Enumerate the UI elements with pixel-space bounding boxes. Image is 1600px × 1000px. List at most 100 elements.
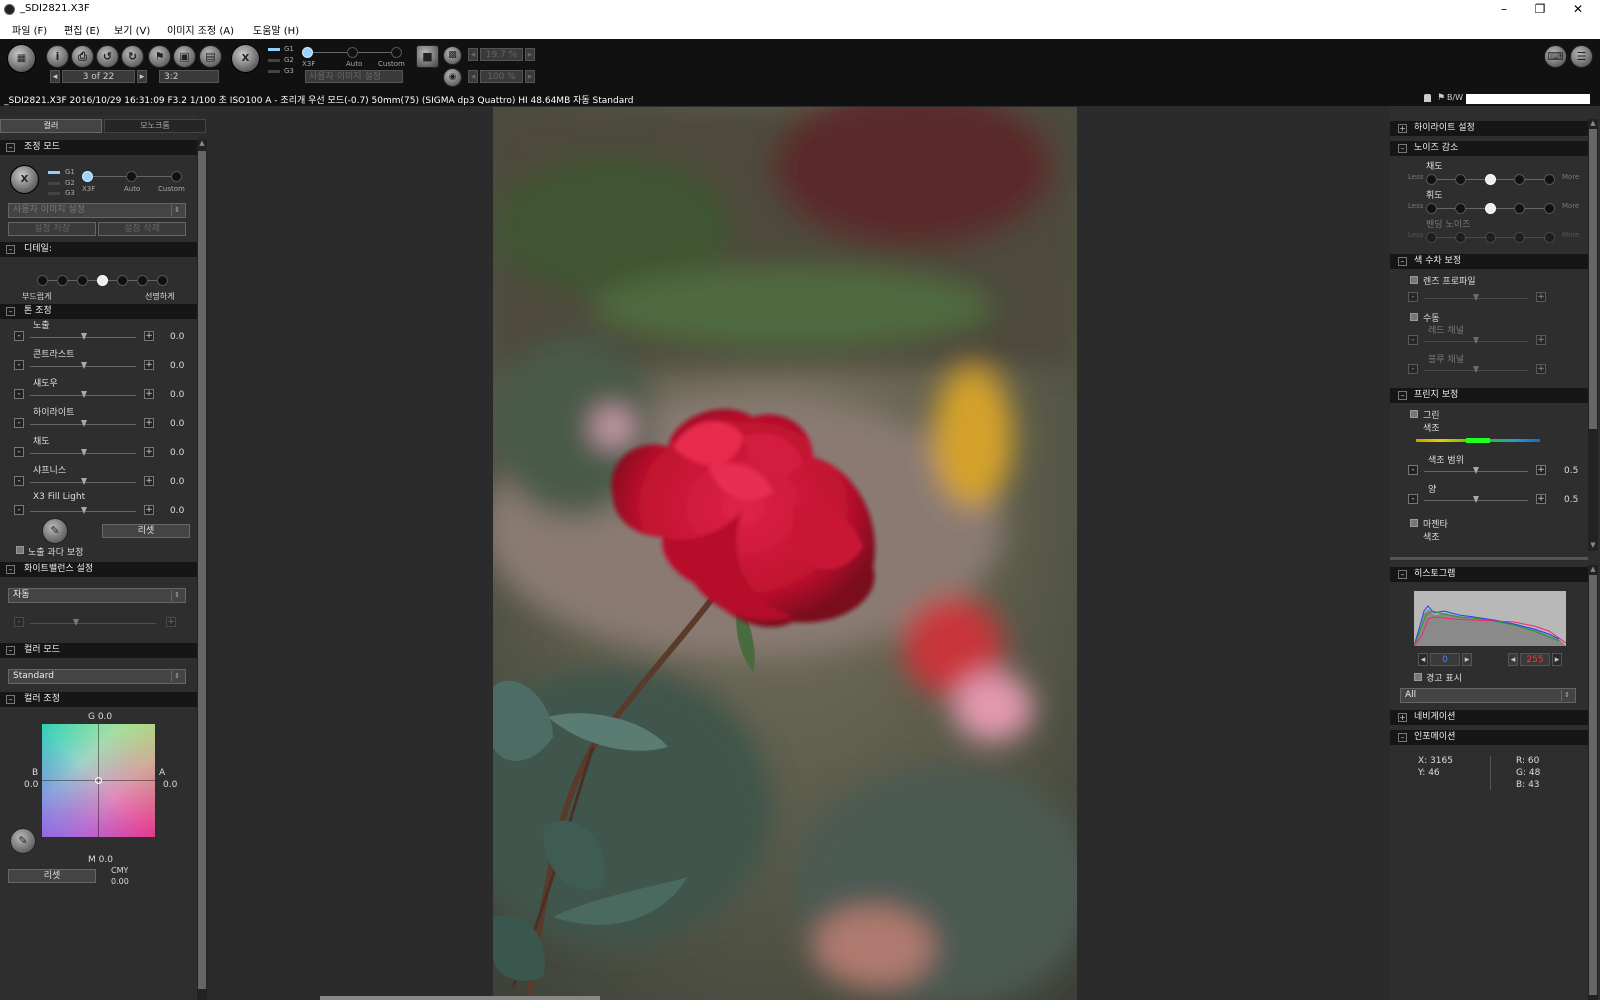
collapse-icon[interactable]: – [6, 646, 15, 655]
lens-plus-button[interactable]: + [1536, 292, 1546, 302]
wb-header[interactable]: – 화이트밸런스 설정 [0, 562, 197, 577]
zoom1-next[interactable]: ▸ [525, 48, 535, 61]
collapse-icon[interactable]: – [1398, 144, 1407, 153]
wb-plus-button[interactable]: + [166, 617, 176, 627]
color-reset-button[interactable]: 리셋 [8, 869, 96, 883]
preset-select[interactable]: 사용자 이미지 설정 [305, 70, 403, 83]
lens-profile-checkbox[interactable] [1410, 276, 1418, 284]
navigation-header[interactable]: + 네비게이션 [1390, 710, 1588, 725]
collapse-icon[interactable]: – [1398, 391, 1407, 400]
noise-chroma-knob-5[interactable] [1544, 174, 1555, 185]
amount-minus-button[interactable]: - [1408, 494, 1418, 504]
highlight-minus-button[interactable]: - [14, 418, 24, 428]
save-setting-button[interactable]: 설정 저장 [8, 222, 96, 236]
scroll-up-icon[interactable]: ▲ [198, 139, 206, 147]
delete-setting-button[interactable]: 설정 삭제 [98, 222, 186, 236]
keyboard-icon[interactable]: ⌨ [1544, 45, 1567, 68]
left-scroll-thumb[interactable] [198, 151, 206, 989]
sharpness-minus-button[interactable]: - [14, 476, 24, 486]
hist-low-prev[interactable]: ◂ [1418, 653, 1428, 666]
amount-thumb[interactable] [1473, 496, 1479, 503]
noise-banding-knob-2[interactable] [1455, 232, 1466, 243]
magenta-checkbox[interactable] [1410, 519, 1418, 527]
shadow-thumb[interactable] [81, 391, 87, 398]
scroll-up-icon[interactable]: ▲ [1589, 119, 1597, 127]
flag-icon[interactable]: ⚑ [148, 45, 171, 68]
mode-knob-custom[interactable] [171, 171, 182, 182]
red-plus-button[interactable]: + [1536, 335, 1546, 345]
zoom1-prev[interactable]: ◂ [468, 48, 478, 61]
noise-chroma-knob-1[interactable] [1426, 174, 1437, 185]
noise-lum-knob-5[interactable] [1544, 203, 1555, 214]
hist-low-value[interactable]: 0 [1430, 653, 1460, 666]
left-scrollbar[interactable]: ▲ [197, 139, 207, 1000]
red-minus-button[interactable]: - [1408, 335, 1418, 345]
blue-thumb[interactable] [1473, 366, 1479, 373]
contrast-thumb[interactable] [81, 362, 87, 369]
zoom2-next[interactable]: ▸ [525, 70, 535, 83]
menu-image-adjust[interactable]: 이미지 조정 (A) [167, 22, 234, 37]
noise-chroma-knob-3[interactable] [1485, 174, 1496, 185]
expand-icon[interactable]: + [1398, 124, 1407, 133]
right-upper-scrollbar[interactable]: ▲ ▼ [1588, 119, 1598, 551]
amount-plus-button[interactable]: + [1536, 494, 1546, 504]
detail-knob-1[interactable] [37, 275, 48, 286]
sharpness-plus-button[interactable]: + [144, 476, 154, 486]
warning-checkbox[interactable] [1414, 673, 1422, 681]
detail-knob-3[interactable] [77, 275, 88, 286]
scroll-up-icon[interactable]: ▲ [1589, 565, 1597, 573]
contrast-minus-button[interactable]: - [14, 360, 24, 370]
green-checkbox[interactable] [1410, 410, 1418, 418]
noise-lum-knob-1[interactable] [1426, 203, 1437, 214]
wb-slider[interactable] [30, 623, 156, 624]
shadow-minus-button[interactable]: - [14, 389, 24, 399]
x3f-mode-icon[interactable]: X [231, 44, 260, 73]
fill-light-plus-button[interactable]: + [144, 505, 154, 515]
main-photo[interactable] [493, 107, 1077, 1000]
noise-lum-knob-2[interactable] [1455, 203, 1466, 214]
detail-knob-5[interactable] [117, 275, 128, 286]
wb-select[interactable]: 자동 ⇕ [8, 588, 186, 603]
scroll-down-icon[interactable]: ▼ [1589, 541, 1597, 549]
eyedropper-tone-icon[interactable]: ✎ [42, 518, 68, 544]
noise-banding-knob-3[interactable] [1485, 232, 1496, 243]
noise-chroma-knob-2[interactable] [1455, 174, 1466, 185]
collapse-icon[interactable]: – [6, 695, 15, 704]
overexposure-checkbox[interactable] [16, 546, 24, 554]
exposure-plus-button[interactable]: + [144, 331, 154, 341]
mode-knob-auto[interactable] [126, 171, 137, 182]
close-button[interactable]: ✕ [1560, 0, 1596, 19]
preset-select[interactable]: 사용자 이미지 설정 ⇕ [8, 203, 186, 218]
hist-high-prev[interactable]: ◂ [1508, 653, 1518, 666]
collapse-icon[interactable]: – [1398, 570, 1407, 579]
adjust-mode-header[interactable]: – 조정 모드 [0, 140, 197, 155]
noise-lum-knob-4[interactable] [1514, 203, 1525, 214]
next-image-button[interactable]: ▸ [137, 70, 147, 83]
highlight-settings-header[interactable]: + 하이라이트 설정 [1390, 121, 1588, 136]
color-mode-header[interactable]: – 컬러 모드 [0, 643, 197, 658]
exposure-minus-button[interactable]: - [14, 331, 24, 341]
noise-banding-knob-4[interactable] [1514, 232, 1525, 243]
hist-high-value[interactable]: 255 [1520, 653, 1550, 666]
blue-plus-button[interactable]: + [1536, 364, 1546, 374]
collapse-icon[interactable]: – [6, 307, 15, 316]
manual-checkbox[interactable] [1410, 313, 1418, 321]
wb-minus-button[interactable]: - [14, 617, 24, 627]
fill-light-thumb[interactable] [81, 507, 87, 514]
collapse-icon[interactable]: – [1398, 733, 1407, 742]
rotate-left-icon[interactable]: ↺ [96, 45, 119, 68]
detail-knob-2[interactable] [57, 275, 68, 286]
collapse-icon[interactable]: – [6, 565, 15, 574]
info-search-field[interactable] [1466, 94, 1590, 104]
highlight-plus-button[interactable]: + [144, 418, 154, 428]
histogram-header[interactable]: – 히스토그램 [1390, 567, 1588, 582]
hue-range-minus-button[interactable]: - [1408, 465, 1418, 475]
collapse-icon[interactable]: – [1398, 257, 1407, 266]
color-point-marker[interactable] [95, 777, 102, 784]
grid-view-icon[interactable]: ▦ [7, 44, 36, 73]
right-lower-scrollbar[interactable]: ▲ [1588, 565, 1598, 1000]
blue-minus-button[interactable]: - [1408, 364, 1418, 374]
mode-knob-x3f[interactable] [82, 171, 93, 182]
saturation-minus-button[interactable]: - [14, 447, 24, 457]
menu-file[interactable]: 파일 (F) [12, 22, 47, 37]
